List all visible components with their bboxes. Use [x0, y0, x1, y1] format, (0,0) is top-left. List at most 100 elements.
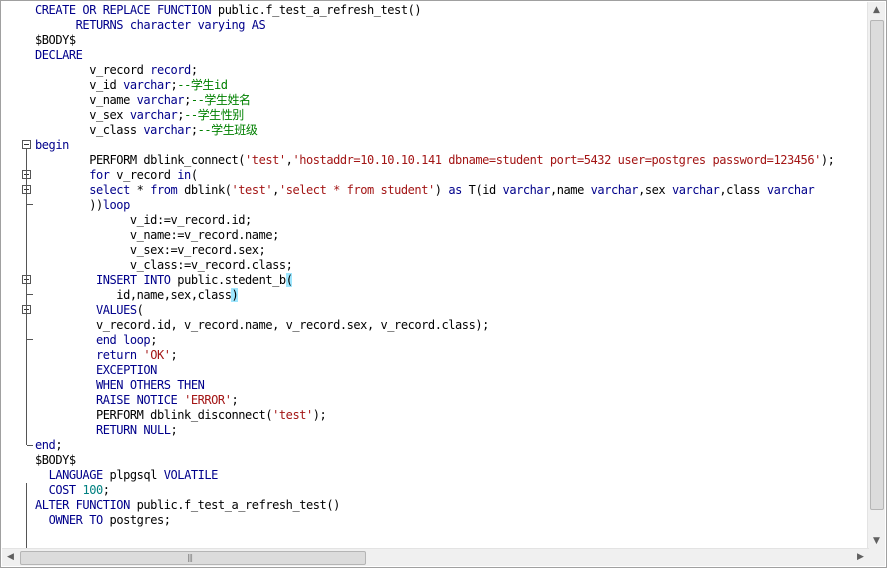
- code-token: $BODY$: [35, 33, 76, 47]
- code-line[interactable]: WHEN OTHERS THEN: [35, 378, 205, 393]
- code-token: --学生姓名: [190, 93, 251, 107]
- scroll-up-arrow-icon[interactable]: ▲: [868, 2, 885, 19]
- code-line[interactable]: v_record.id, v_record.name, v_record.sex…: [35, 318, 489, 333]
- code-line[interactable]: LANGUAGE plpgsql VOLATILE: [35, 468, 219, 483]
- code-line[interactable]: v_id varchar;--学生id: [35, 78, 228, 93]
- code-line[interactable]: v_sex varchar;--学生性别: [35, 108, 244, 123]
- code-token: v_name:=v_record.name;: [35, 228, 279, 242]
- code-line[interactable]: OWNER TO postgres;: [35, 513, 171, 528]
- code-token: from: [150, 183, 178, 197]
- code-token: as: [448, 183, 462, 197]
- fold-line-begin: [26, 149, 27, 445]
- code-line[interactable]: end loop;: [35, 333, 157, 348]
- code-token: );: [820, 153, 835, 167]
- code-token: PERFORM dblink_disconnect(: [35, 408, 273, 422]
- code-line[interactable]: INSERT INTO public.stedent_b(: [35, 273, 293, 288]
- code-line[interactable]: end;: [35, 438, 63, 453]
- code-line[interactable]: EXCEPTION: [35, 363, 157, 378]
- code-token: *: [129, 183, 151, 197]
- code-token: EXCEPTION: [95, 363, 157, 377]
- code-token: RAISE NOTICE: [95, 393, 178, 407]
- code-line[interactable]: PERFORM dblink_disconnect('test');: [35, 408, 327, 423]
- vertical-scroll-thumb[interactable]: [870, 20, 884, 510]
- code-token: 'test': [245, 153, 286, 167]
- code-token: varchar: [143, 123, 191, 137]
- scroll-left-arrow-icon[interactable]: ◀: [2, 549, 19, 566]
- horizontal-scrollbar[interactable]: ◀ ||| ▶: [2, 548, 869, 566]
- code-line[interactable]: v_name varchar;--学生姓名: [35, 93, 251, 108]
- code-line[interactable]: for v_record in(: [35, 168, 198, 183]
- code-line[interactable]: ))loop: [35, 198, 130, 213]
- code-token: postgres;: [102, 513, 171, 527]
- code-line[interactable]: VALUES(: [35, 303, 144, 318]
- code-token: ;: [190, 123, 198, 137]
- code-token: ;: [184, 93, 191, 107]
- code-token: v_name: [35, 93, 137, 107]
- code-token: 'test': [272, 408, 313, 422]
- scroll-grip-icon: |||: [187, 553, 193, 562]
- code-line[interactable]: RAISE NOTICE 'ERROR';: [35, 393, 239, 408]
- code-line[interactable]: v_sex:=v_record.sex;: [35, 243, 266, 258]
- sql-editor[interactable]: CREATE OR REPLACE FUNCTION public.f_test…: [0, 0, 887, 568]
- vertical-scrollbar[interactable]: ▲ ▼: [867, 2, 885, 550]
- code-line[interactable]: v_class:=v_record.class;: [35, 258, 293, 273]
- code-token: ;: [231, 393, 239, 407]
- code-token: )): [35, 198, 103, 212]
- fold-end-select: [27, 204, 33, 205]
- code-token: return: [95, 348, 137, 362]
- code-token: v_sex:=v_record.sex;: [35, 243, 266, 257]
- code-token: v_id:=v_record.id;: [35, 213, 252, 227]
- code-token: LANGUAGE: [48, 468, 104, 482]
- code-token: v_sex: [35, 108, 130, 122]
- code-token: varchar: [766, 183, 815, 197]
- code-token: ,class: [719, 183, 767, 197]
- code-line[interactable]: v_id:=v_record.id;: [35, 213, 252, 228]
- code-line[interactable]: RETURN NULL;: [35, 423, 178, 438]
- code-area[interactable]: CREATE OR REPLACE FUNCTION public.f_test…: [35, 3, 869, 549]
- horizontal-scroll-thumb[interactable]: |||: [20, 551, 366, 565]
- code-line[interactable]: $BODY$: [35, 33, 76, 48]
- code-token: ): [434, 183, 449, 197]
- code-line[interactable]: v_class varchar;--学生班级: [35, 123, 258, 138]
- fold-toggle-begin[interactable]: [22, 140, 31, 149]
- code-token: (: [136, 303, 144, 317]
- code-token: ,: [272, 183, 279, 197]
- code-line[interactable]: RETURNS character varying AS: [35, 18, 266, 33]
- code-token: v_id: [35, 78, 124, 92]
- code-token: end: [35, 438, 56, 452]
- code-token: loop: [102, 198, 131, 212]
- code-line[interactable]: DECLARE: [35, 48, 83, 63]
- code-line[interactable]: CREATE OR REPLACE FUNCTION public.f_test…: [35, 3, 422, 18]
- code-token: dblink(: [177, 183, 232, 197]
- code-token: CREATE OR REPLACE FUNCTION: [35, 3, 212, 17]
- code-token: $BODY$: [35, 453, 76, 467]
- code-token: --学生班级: [197, 123, 258, 137]
- code-line[interactable]: v_name:=v_record.name;: [35, 228, 279, 243]
- fold-end-insert: [27, 294, 33, 295]
- code-token: RETURN NULL: [95, 423, 171, 437]
- fold-margin: [19, 2, 35, 550]
- code-line[interactable]: $BODY$: [35, 453, 76, 468]
- scroll-right-arrow-icon[interactable]: ▶: [852, 549, 869, 566]
- code-line[interactable]: v_record record;: [35, 63, 198, 78]
- code-line[interactable]: select * from dblink('test','select * fr…: [35, 183, 815, 198]
- code-line[interactable]: begin: [35, 138, 69, 153]
- code-token: varchar: [502, 183, 551, 197]
- code-token: OWNER TO: [48, 513, 104, 527]
- code-token: v_record.id, v_record.name, v_record.sex…: [35, 318, 489, 332]
- code-line[interactable]: return 'OK';: [35, 348, 178, 363]
- code-line[interactable]: ALTER FUNCTION public.f_test_a_refresh_t…: [35, 498, 340, 513]
- code-line[interactable]: id,name,sex,class): [35, 288, 239, 303]
- code-line[interactable]: COST 100;: [35, 483, 110, 498]
- scroll-down-arrow-icon[interactable]: ▼: [868, 533, 885, 550]
- code-token: --学生性别: [184, 108, 244, 122]
- code-line[interactable]: PERFORM dblink_connect('test','hostaddr=…: [35, 153, 835, 168]
